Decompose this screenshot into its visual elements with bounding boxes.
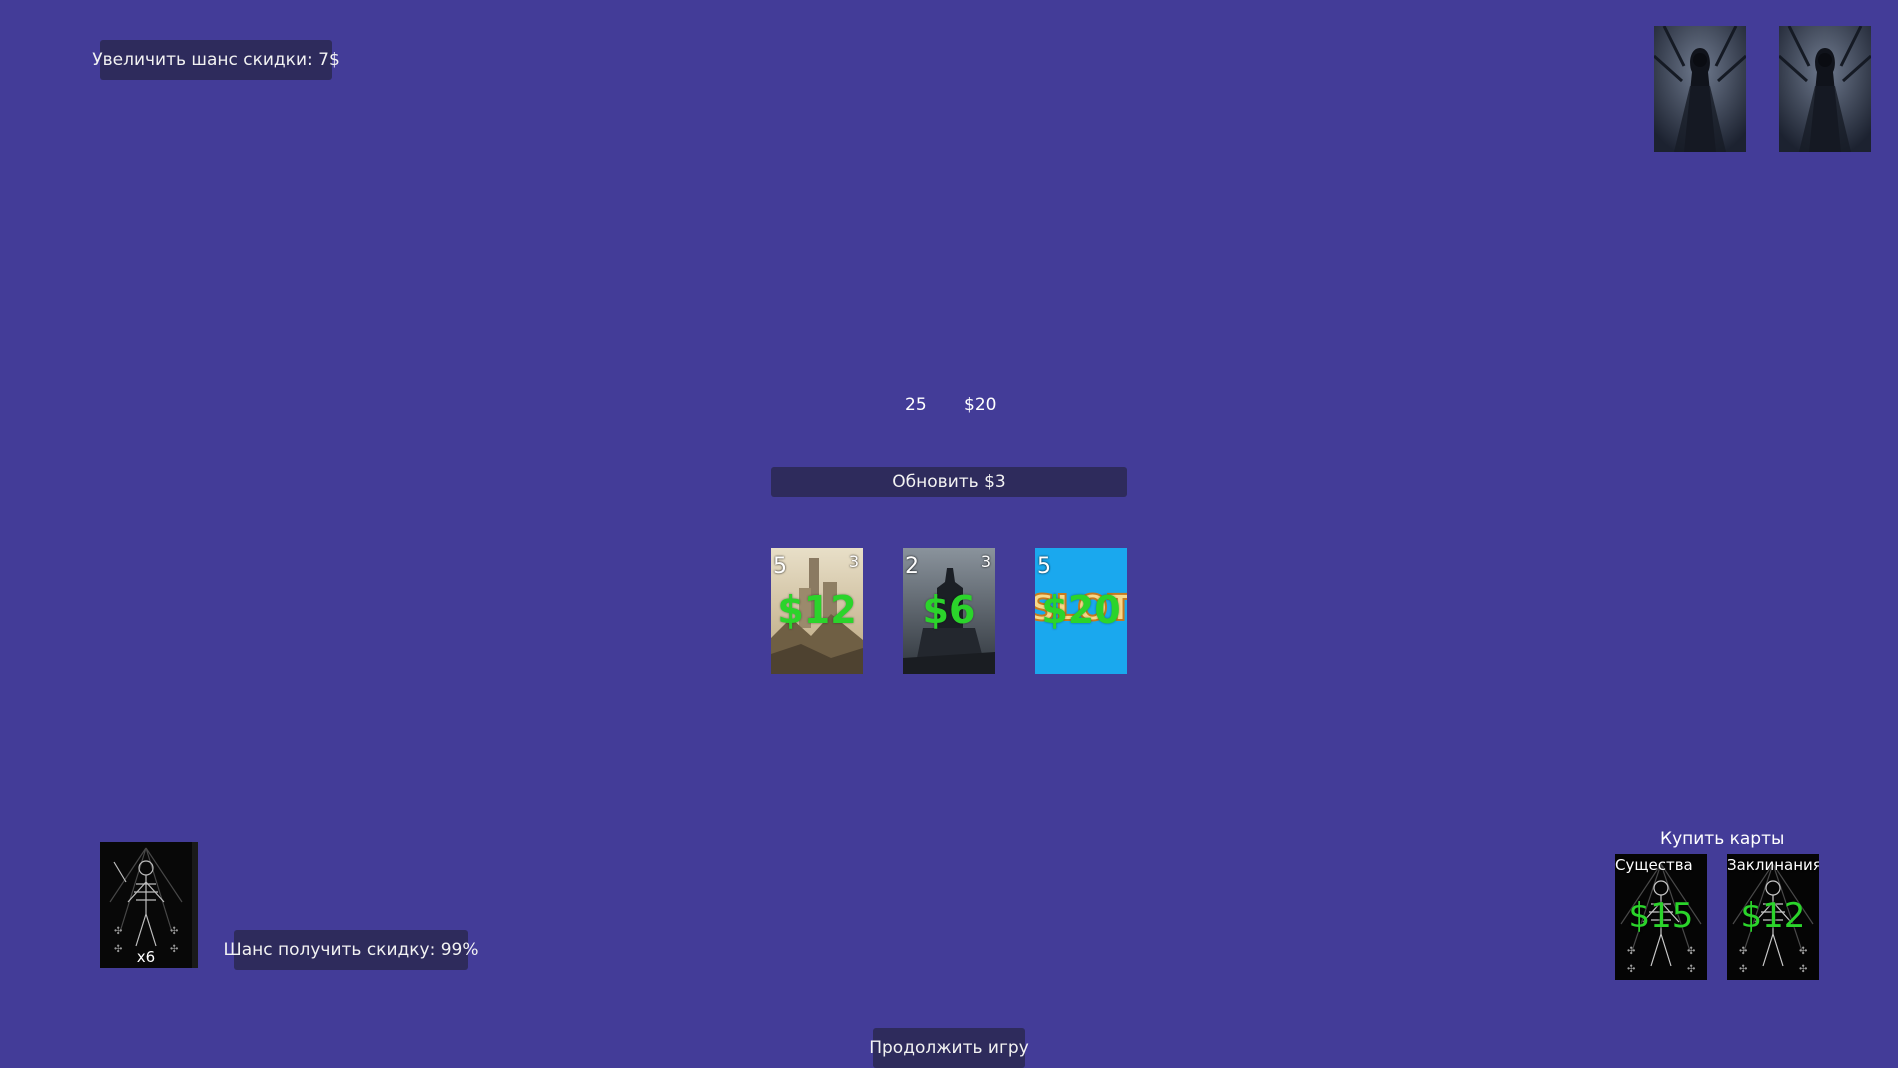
buy-cards-title: Купить карты <box>1660 829 1785 849</box>
shop-card-2[interactable]: 2 3 $6 <box>903 548 995 674</box>
refresh-shop-button[interactable]: Обновить $3 <box>771 467 1127 497</box>
svg-text:✣: ✣ <box>1627 964 1635 975</box>
card-cost: 5 <box>1037 554 1051 579</box>
svg-text:✣: ✣ <box>114 926 122 937</box>
svg-text:✣: ✣ <box>1739 964 1747 975</box>
shop-card-3[interactable]: SLOT 5 $20 <box>1035 548 1127 674</box>
discount-chance-label: Шанс получить скидку: 99% <box>224 930 479 970</box>
enemy-portrait-2[interactable] <box>1779 26 1871 152</box>
deck[interactable]: ✣ ✣ ✣ ✣ x6 <box>100 842 198 968</box>
card-count-label: 25 <box>905 395 927 415</box>
svg-text:✣: ✣ <box>1627 946 1635 957</box>
card-price: $6 <box>922 588 976 632</box>
svg-text:✣: ✣ <box>1687 946 1695 957</box>
svg-text:✣: ✣ <box>1799 964 1807 975</box>
svg-text:✣: ✣ <box>170 926 178 937</box>
buy-pack-spells[interactable]: ✣ ✣ ✣ ✣ Заклинания $12 <box>1727 854 1819 980</box>
card-price: $12 <box>777 588 857 632</box>
continue-game-button[interactable]: Продолжить игру <box>869 1028 1029 1068</box>
discount-upgrade-button[interactable]: Увеличить шанс скидки: 7$ <box>92 40 340 80</box>
pack-name: Существа <box>1615 856 1693 874</box>
pack-price: $12 <box>1740 896 1806 936</box>
card-power: 3 <box>980 552 991 571</box>
card-power: 3 <box>848 552 859 571</box>
pack-price: $15 <box>1628 896 1694 936</box>
card-price: $20 <box>1041 588 1121 632</box>
card-cost: 2 <box>905 554 919 579</box>
shop-card-1[interactable]: 5 3 $12 <box>771 548 863 674</box>
enemy-portrait-1[interactable] <box>1654 26 1746 152</box>
deck-count: x6 <box>136 948 156 966</box>
buy-pack-creatures[interactable]: ✣ ✣ ✣ ✣ Существа $15 <box>1615 854 1707 980</box>
card-cost: 5 <box>773 554 787 579</box>
svg-text:✣: ✣ <box>1799 946 1807 957</box>
money-label: $20 <box>964 395 997 415</box>
svg-text:✣: ✣ <box>1687 964 1695 975</box>
svg-text:✣: ✣ <box>1739 946 1747 957</box>
pack-name: Заклинания <box>1727 856 1819 874</box>
